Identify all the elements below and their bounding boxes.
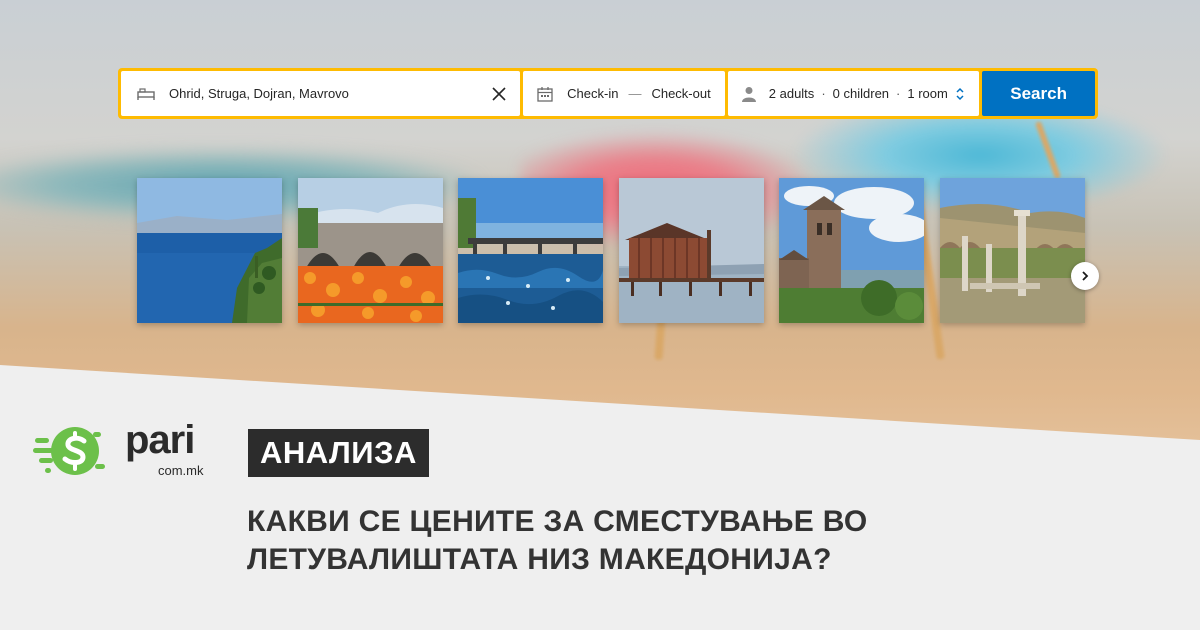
guests-field[interactable]: 2 adults · 0 children · 1 room [727,71,980,116]
guest-separator: · [896,86,901,101]
headline-line-2: ЛЕТУВАЛИШТАТА НИЗ МАКЕДОНИЈА? [247,543,832,576]
check-out-label[interactable]: Check-out [651,86,710,101]
bed-icon [137,87,155,101]
dates-field[interactable]: Check-in — Check-out [523,71,725,116]
brand-domain: com.mk [158,463,204,478]
calendar-icon [537,86,553,102]
guest-separator: · [821,86,826,101]
pari-logo-mark [33,427,105,475]
search-bar: Ohrid, Struga, Dojran, Mavrovo Check-in … [118,68,1098,119]
stone-bridge-flowers-photo[interactable] [298,178,443,323]
adults-count: 2 adults [768,86,815,101]
article-headline: КАКВИ СЕ ЦЕНИТЕ ЗА СМЕСТУВАЊЕ ВО ЛЕТУВАЛ… [247,503,1147,579]
search-button[interactable]: Search [982,71,1095,116]
clear-icon[interactable] [492,86,506,101]
destination-field[interactable]: Ohrid, Struga, Dojran, Mavrovo [121,71,521,116]
ancient-ruins-photo[interactable] [940,178,1085,323]
stone-church-photo[interactable] [779,178,924,323]
destination-input[interactable]: Ohrid, Struga, Dojran, Mavrovo [169,86,492,101]
children-count: 0 children [832,86,890,101]
person-icon [741,86,756,102]
category-tag: АНАЛИЗА [248,429,429,477]
rooms-count: 1 room [907,86,948,101]
chevron-right-icon [1080,270,1090,282]
lake-ohrid-coast-photo[interactable] [137,178,282,323]
river-bridge-photo[interactable] [458,178,603,323]
brand-name: pari [125,418,195,462]
wooden-boathouse-photo[interactable] [619,178,764,323]
headline-line-1: КАКВИ СЕ ЦЕНИТЕ ЗА СМЕСТУВАЊЕ ВО [247,505,868,538]
up-down-chevron-icon[interactable] [955,87,965,101]
check-in-label[interactable]: Check-in [567,86,618,101]
gallery-next-button[interactable] [1071,262,1099,290]
date-separator: — [628,86,642,101]
